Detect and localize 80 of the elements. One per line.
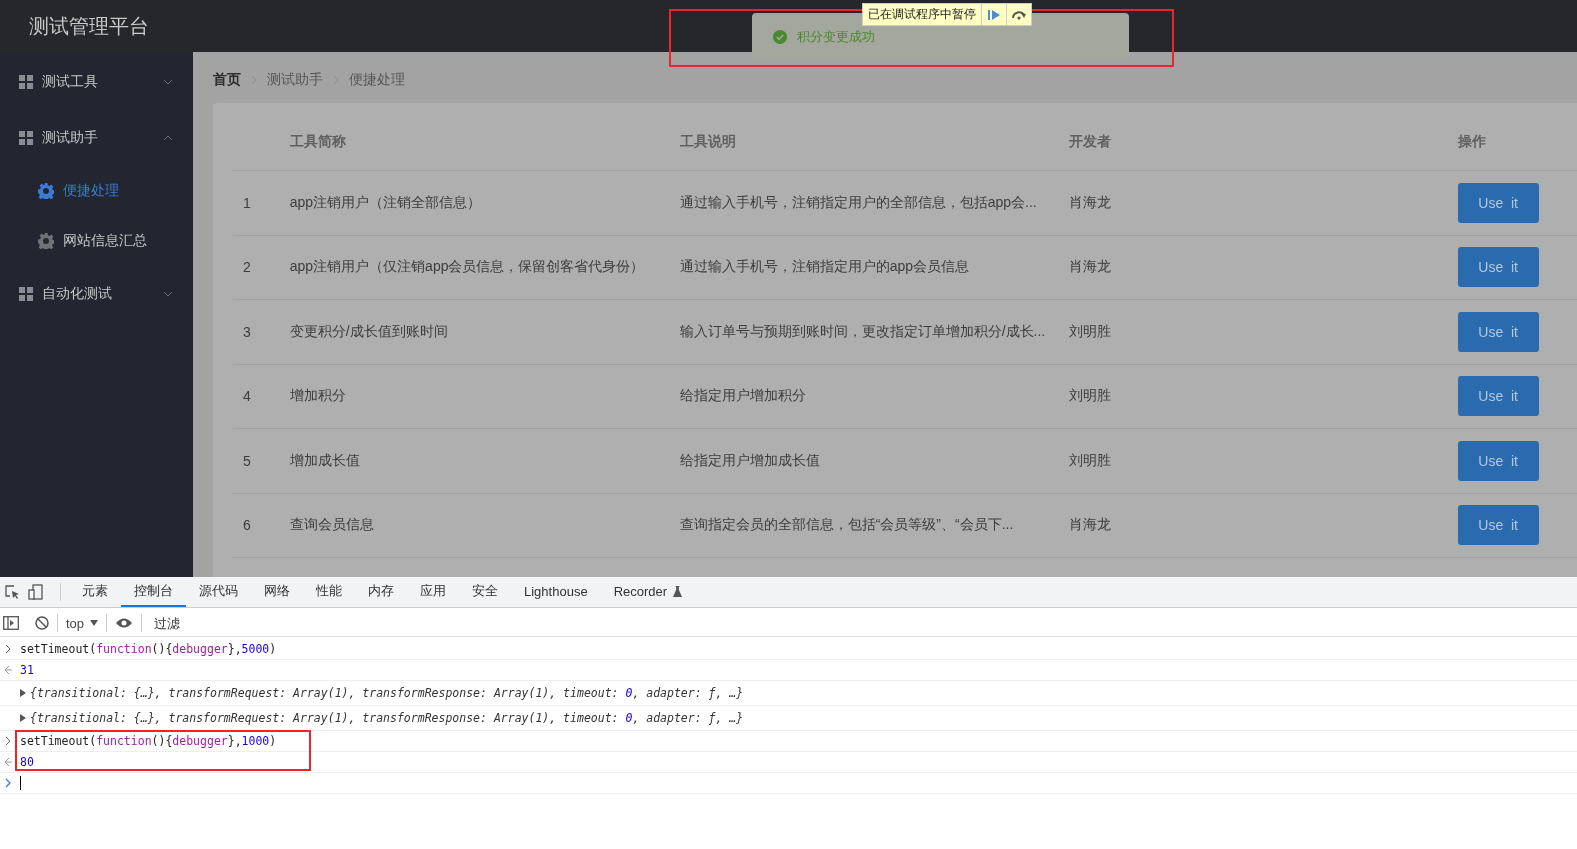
table-cell-text: app注销用户（注销全部信息） bbox=[289, 193, 483, 212]
devtools-tab[interactable]: 网络 bbox=[251, 577, 303, 607]
console-line: {transitional: {…}, transformRequest: Array(1), transformResponse: Array(1), timeout: 0, adapter: ƒ, …} bbox=[30, 686, 744, 700]
table-cell-text: 4 bbox=[242, 388, 252, 405]
menu-item[interactable]: 网站信息汇总 bbox=[0, 216, 193, 266]
column-header: 操作 bbox=[1457, 132, 1487, 151]
table-cell-text: 1 bbox=[242, 194, 252, 211]
grid-icon bbox=[19, 287, 33, 301]
dropdown-caret-icon[interactable] bbox=[90, 620, 99, 626]
table-cell-text: 通过输入手机号，注销指定用户的全部信息，包括app会... bbox=[679, 193, 1038, 212]
gear-icon bbox=[38, 183, 54, 199]
menu-group[interactable]: 自动化测试 bbox=[0, 266, 193, 322]
devtools-tab[interactable]: 性能 bbox=[303, 577, 355, 607]
table-cell-text: 通过输入手机号，注销指定用户的app会员信息 bbox=[679, 258, 971, 277]
prompt-chevron-icon bbox=[4, 778, 12, 788]
table-cell-text: 肖海龙 bbox=[1068, 193, 1112, 212]
column-header: 工具说明 bbox=[679, 132, 737, 151]
return-arrow-icon bbox=[4, 665, 12, 675]
toast-message: 积分变更成功 bbox=[797, 27, 875, 46]
eye-icon[interactable] bbox=[115, 617, 134, 629]
devtools-tab[interactable]: Lighthouse bbox=[511, 577, 601, 607]
console-line: 31 bbox=[20, 663, 34, 677]
table-cell-text: 肖海龙 bbox=[1068, 258, 1112, 277]
table-cell-text: 刘明胜 bbox=[1068, 387, 1112, 406]
paused-label: 已在调试程序中暂停 bbox=[863, 4, 982, 25]
devtools-tab[interactable]: 应用 bbox=[407, 577, 459, 607]
grid-icon bbox=[19, 75, 33, 89]
table-cell-text: 3 bbox=[242, 323, 252, 340]
devtools-tab[interactable]: 内存 bbox=[355, 577, 407, 607]
table-cell-text: 肖海龙 bbox=[1068, 516, 1112, 535]
inspect-icon[interactable] bbox=[4, 584, 20, 600]
clear-console-icon[interactable] bbox=[35, 616, 49, 630]
grid-icon bbox=[19, 131, 33, 145]
devtools-tab[interactable]: 元素 bbox=[69, 577, 121, 607]
table-cell-text: 增加成长值 bbox=[289, 451, 361, 470]
console-line: setTimeout(function(){debugger},5000) bbox=[20, 642, 277, 656]
menu-group[interactable]: 测试工具 bbox=[0, 54, 193, 110]
devtools-tab[interactable]: 源代码 bbox=[186, 577, 251, 607]
table-cell-text: app注销用户（仅注销app会员信息，保留创客省代身份） bbox=[289, 258, 646, 277]
table-cell-text: 输入订单号与预期到账时间，更改指定订单增加积分/成长... bbox=[679, 322, 1047, 341]
gear-icon bbox=[38, 233, 54, 249]
table-cell-text: 变更积分/成长值到账时间 bbox=[289, 322, 449, 341]
table-cell-text: 2 bbox=[242, 259, 252, 276]
check-circle-icon bbox=[773, 29, 787, 44]
table-cell-text: 刘明胜 bbox=[1068, 451, 1112, 470]
table-cell-text: 查询指定会员的全部信息，包括“会员等级”、“会员下... bbox=[679, 516, 1015, 535]
console-line: {transitional: {…}, transformRequest: Array(1), transformResponse: Array(1), timeout: 0, adapter: ƒ, …} bbox=[30, 711, 744, 725]
device-toolbar-icon[interactable] bbox=[28, 584, 44, 600]
table-cell-text: 刘明胜 bbox=[1068, 322, 1112, 341]
table-cell-text: 给指定用户增加积分 bbox=[679, 387, 807, 406]
menu-item[interactable]: 便捷处理 bbox=[0, 166, 193, 216]
menu-group[interactable]: 测试助手 bbox=[0, 110, 193, 166]
resume-icon bbox=[988, 9, 1000, 20]
chevron-up-icon bbox=[163, 135, 173, 141]
console-line: 80 bbox=[20, 755, 34, 769]
devtools-tab[interactable]: 安全 bbox=[459, 577, 511, 607]
expand-triangle-icon[interactable] bbox=[20, 689, 26, 697]
step-over-icon bbox=[1011, 9, 1027, 20]
breadcrumb-link[interactable]: 首页 bbox=[213, 71, 241, 89]
expand-triangle-icon[interactable] bbox=[20, 714, 26, 722]
table-cell-text: 给指定用户增加成长值 bbox=[679, 451, 821, 470]
table-cell-text: 5 bbox=[242, 452, 252, 469]
flask-icon bbox=[673, 585, 683, 597]
table-cell-text: 6 bbox=[242, 517, 252, 534]
chevron-down-icon bbox=[163, 291, 173, 297]
return-arrow-icon bbox=[4, 757, 12, 767]
platform-title: 测试管理平台 bbox=[29, 13, 149, 39]
devtools-tab[interactable]: 控制台 bbox=[121, 577, 186, 607]
text-cursor bbox=[20, 776, 21, 790]
chevron-down-icon bbox=[163, 79, 173, 85]
devtools-tab[interactable]: Recorder bbox=[600, 577, 696, 607]
sidebar-toggle-icon[interactable] bbox=[3, 616, 19, 630]
context-dropdown[interactable]: top bbox=[66, 615, 85, 631]
column-header: 开发者 bbox=[1068, 132, 1112, 151]
input-chevron-icon bbox=[4, 736, 12, 746]
table-cell-text: 查询会员信息 bbox=[289, 516, 375, 535]
table-cell-text: 增加积分 bbox=[289, 387, 347, 406]
column-header: 工具简称 bbox=[289, 132, 347, 151]
console-line: setTimeout(function(){debugger},1000) bbox=[20, 734, 277, 748]
input-chevron-icon bbox=[4, 644, 12, 654]
